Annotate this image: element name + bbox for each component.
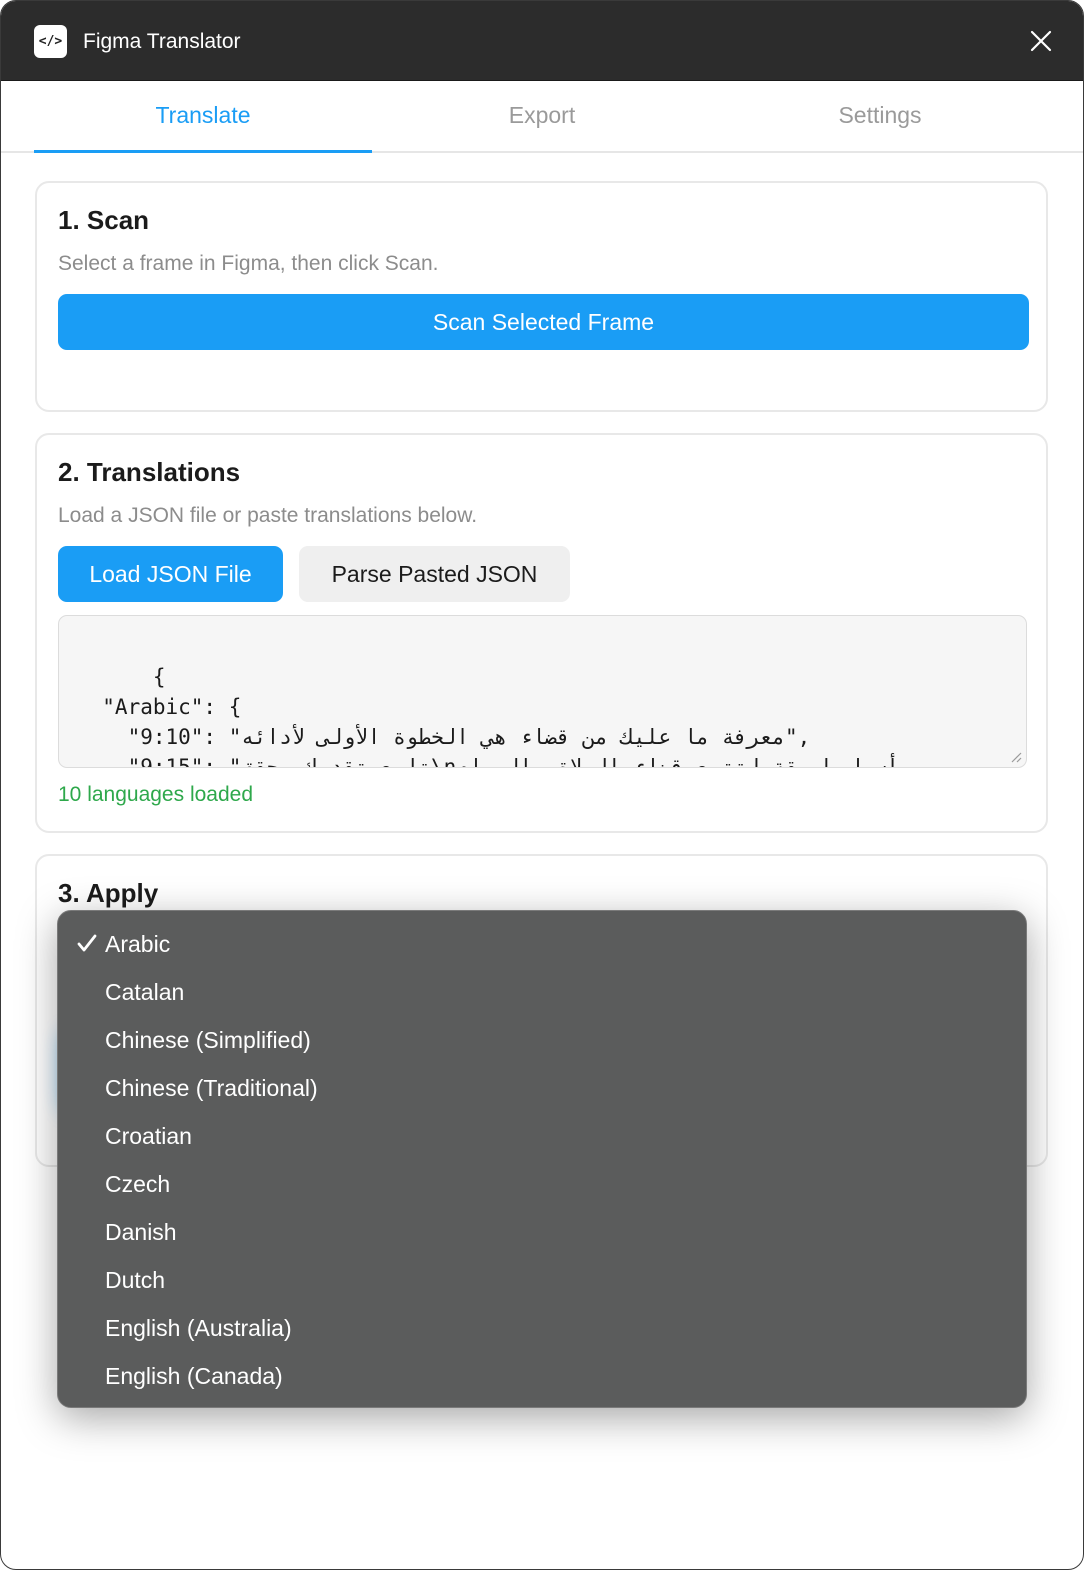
- languages-loaded-status: 10 languages loaded: [58, 783, 254, 806]
- dropdown-option-chinese-traditional[interactable]: Chinese (Traditional): [58, 1064, 1026, 1112]
- dropdown-option-label: English (Canada): [105, 1363, 283, 1389]
- tab-bar: Translate Export Settings: [1, 81, 1083, 153]
- translations-card: 2. Translations Load a JSON file or past…: [35, 433, 1048, 833]
- dropdown-option-label: Chinese (Simplified): [105, 1027, 311, 1053]
- parse-pasted-json-button[interactable]: Parse Pasted JSON: [299, 546, 570, 602]
- dropdown-option-label: Dutch: [105, 1267, 166, 1293]
- plugin-window: </> Figma Translator Translate Export Se…: [0, 0, 1084, 1570]
- dropdown-option-label: Czech: [105, 1171, 171, 1197]
- dropdown-option-label: Croatian: [105, 1123, 192, 1149]
- scan-title: 1. Scan: [58, 205, 150, 235]
- code-brackets-icon: </>: [34, 25, 67, 58]
- dropdown-option-english-australia[interactable]: English (Australia): [58, 1304, 1026, 1352]
- tab-export[interactable]: Export: [373, 81, 711, 151]
- dropdown-option-croatian[interactable]: Croatian: [58, 1112, 1026, 1160]
- dropdown-option-arabic[interactable]: Arabic: [58, 920, 1026, 968]
- scan-card: 1. Scan Select a frame in Figma, then cl…: [35, 181, 1048, 412]
- tab-settings[interactable]: Settings: [711, 81, 1049, 151]
- json-textarea-content: { "Arabic": { "9:10": "معرفة ما عليك من …: [102, 665, 899, 768]
- dropdown-option-label: English (Australia): [105, 1315, 292, 1341]
- dropdown-option-catalan[interactable]: Catalan: [58, 968, 1026, 1016]
- dropdown-option-danish[interactable]: Danish: [58, 1208, 1026, 1256]
- tab-translate[interactable]: Translate: [34, 81, 372, 153]
- title-bar: </> Figma Translator: [1, 1, 1083, 81]
- translations-description: Load a JSON file or paste translations b…: [58, 504, 478, 527]
- scan-description: Select a frame in Figma, then click Scan…: [58, 252, 439, 275]
- dropdown-option-chinese-simplified[interactable]: Chinese (Simplified): [58, 1016, 1026, 1064]
- checkmark-icon: [77, 934, 97, 952]
- load-json-file-button[interactable]: Load JSON File: [58, 546, 283, 602]
- dropdown-option-label: Arabic: [105, 931, 171, 957]
- json-textarea[interactable]: { "Arabic": { "9:10": "معرفة ما عليك من …: [58, 615, 1027, 768]
- translations-title: 2. Translations: [58, 457, 241, 487]
- language-dropdown-menu[interactable]: Arabic Catalan Chinese (Simplified) Chin…: [57, 910, 1027, 1408]
- dropdown-option-label: Danish: [105, 1219, 177, 1245]
- scan-selected-frame-button[interactable]: Scan Selected Frame: [58, 294, 1029, 350]
- resize-grip-icon[interactable]: [1010, 751, 1022, 763]
- dropdown-option-label: Chinese (Traditional): [105, 1075, 318, 1101]
- close-icon[interactable]: [1027, 27, 1055, 55]
- dropdown-option-label: Catalan: [105, 979, 185, 1005]
- apply-title: 3. Apply: [58, 878, 159, 908]
- dropdown-option-czech[interactable]: Czech: [58, 1160, 1026, 1208]
- window-title: Figma Translator: [83, 30, 241, 53]
- dropdown-option-english-canada[interactable]: English (Canada): [58, 1352, 1026, 1400]
- dropdown-option-dutch[interactable]: Dutch: [58, 1256, 1026, 1304]
